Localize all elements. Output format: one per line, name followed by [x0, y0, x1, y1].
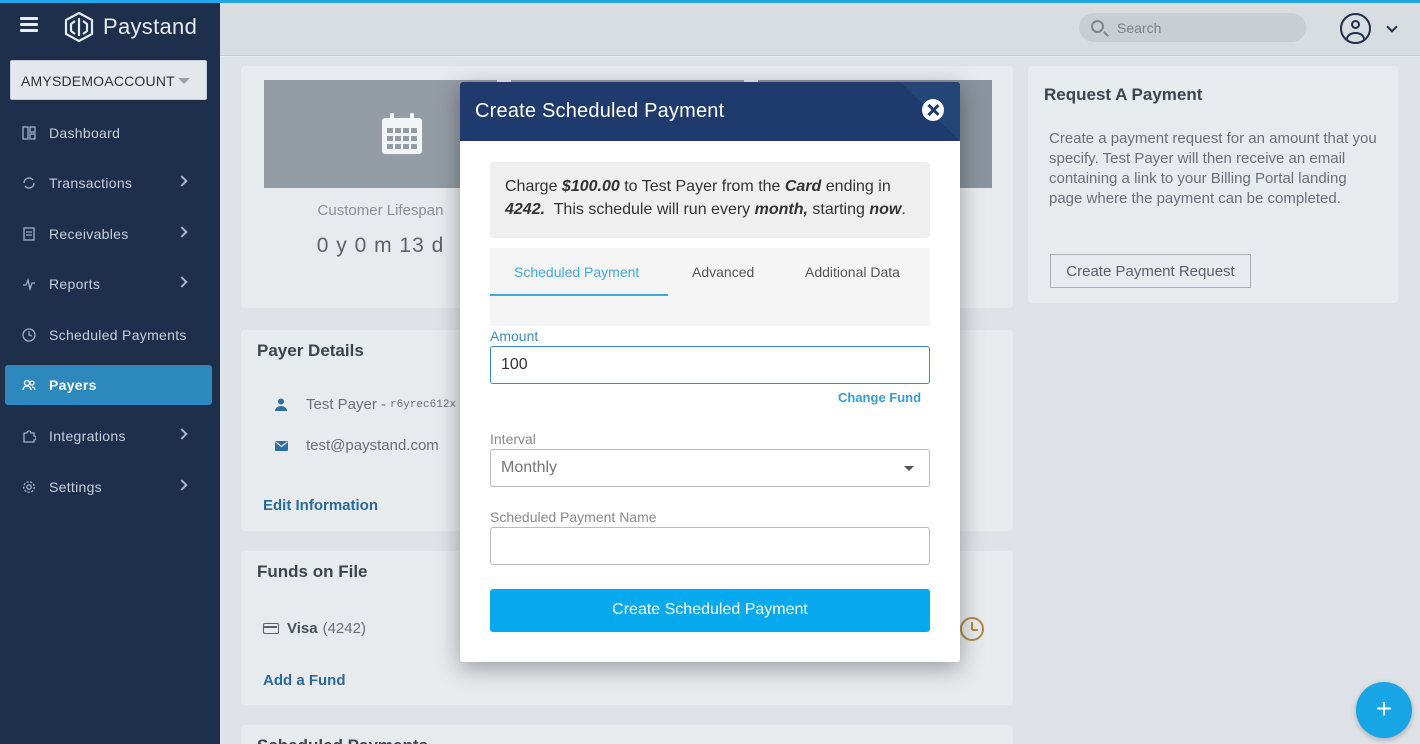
summary-interval: month,: [754, 201, 808, 218]
sidebar-item-dashboard[interactable]: Dashboard: [5, 113, 212, 153]
sidebar-item-integrations[interactable]: Integrations: [5, 416, 212, 456]
tab-additional-data[interactable]: Additional Data: [805, 264, 900, 280]
schedule-name-label: Scheduled Payment Name: [490, 509, 657, 525]
brand-bar: Paystand: [0, 0, 220, 56]
request-payment-title: Request A Payment: [1044, 85, 1203, 104]
chevron-right-icon: [176, 479, 188, 491]
search-placeholder: Search: [1117, 20, 1162, 36]
tab-advanced[interactable]: Advanced: [692, 264, 754, 280]
sidebar-item-label: Transactions: [49, 175, 133, 191]
transactions-icon: [21, 175, 37, 191]
caret-down-icon: [904, 466, 914, 471]
chevron-right-icon: [176, 276, 188, 288]
summary-text: starting: [807, 201, 870, 218]
hamburger-menu-icon[interactable]: [20, 17, 38, 32]
modal-tabs: Scheduled Payment Advanced Additional Da…: [490, 248, 930, 326]
sidebar-item-settings[interactable]: Settings: [5, 467, 212, 507]
tab-scheduled-payment[interactable]: Scheduled Payment: [514, 264, 639, 280]
card-last4: (4242): [322, 620, 366, 637]
create-scheduled-payment-modal: Create Scheduled Payment Charge $100.00 …: [460, 82, 960, 662]
sidebar-item-scheduled-payments[interactable]: Scheduled Payments: [5, 315, 212, 355]
payer-id: r6yrec612x: [390, 398, 457, 411]
summary-last4: 4242.: [505, 201, 546, 218]
close-icon[interactable]: [922, 99, 944, 121]
create-payment-request-button[interactable]: Create Payment Request: [1050, 254, 1251, 288]
gear-icon: [21, 479, 37, 495]
chevron-right-icon: [176, 226, 188, 238]
chevron-right-icon: [176, 428, 188, 440]
sidebar-item-label: Integrations: [49, 428, 126, 444]
active-tab-indicator: [490, 294, 668, 296]
amount-input[interactable]: 100: [490, 346, 930, 384]
reports-icon: [21, 276, 37, 292]
credit-card-icon: [263, 623, 279, 634]
sidebar: Paystand AMYSDEMOACCOUNT Dashboard Trans…: [0, 0, 220, 744]
top-header: Search: [220, 0, 1420, 56]
summary-text: Charge: [505, 178, 562, 195]
sidebar-item-reports[interactable]: Reports: [5, 264, 212, 304]
summary-text: .: [901, 201, 906, 218]
calendar-icon: [382, 113, 422, 154]
modal-header: Create Scheduled Payment: [460, 82, 960, 141]
amount-label: Amount: [490, 328, 539, 344]
schedule-name-input[interactable]: [490, 527, 930, 565]
summary-method: Card: [784, 178, 822, 195]
sidebar-item-label: Payers: [49, 377, 97, 393]
top-accent-bar: [0, 0, 1420, 3]
account-name: AMYSDEMOACCOUNT: [21, 73, 175, 89]
interval-select[interactable]: Monthly: [490, 449, 930, 487]
chevron-down-icon[interactable]: [1386, 21, 1398, 33]
card-brand: Visa: [287, 620, 318, 637]
account-selector[interactable]: AMYSDEMOACCOUNT: [10, 60, 207, 100]
payer-details-title: Payer Details: [257, 341, 364, 360]
search-icon: [1091, 20, 1104, 33]
payer-name: Test Payer -: [306, 396, 387, 413]
caret-down-icon: [178, 78, 190, 84]
sidebar-item-receivables[interactable]: Receivables: [5, 214, 212, 254]
add-fund-link[interactable]: Add a Fund: [263, 672, 346, 689]
dashboard-icon: [21, 125, 37, 141]
edit-information-link[interactable]: Edit Information: [263, 497, 378, 514]
summary-start: now: [869, 201, 902, 218]
paystand-logo-icon: [64, 12, 94, 42]
envelope-icon: [274, 439, 288, 453]
payment-summary: Charge $100.00 to Test Payer from the Ca…: [490, 162, 930, 238]
summary-text: to Test Payer from the: [619, 178, 785, 195]
fund-row[interactable]: Visa (4242): [263, 620, 366, 637]
funds-title: Funds on File: [257, 562, 368, 581]
sidebar-item-label: Settings: [49, 479, 102, 495]
users-icon: [21, 377, 37, 393]
search-input[interactable]: Search: [1079, 13, 1306, 42]
interval-label: Interval: [490, 431, 536, 447]
summary-text: This schedule will run every: [545, 201, 755, 218]
user-avatar-icon[interactable]: [1340, 13, 1371, 44]
receivables-icon: [21, 226, 37, 242]
sidebar-item-label: Receivables: [49, 226, 129, 242]
payer-email: test@paystand.com: [306, 437, 439, 454]
clock-icon: [21, 327, 37, 343]
modal-title: Create Scheduled Payment: [475, 100, 725, 122]
user-icon: [274, 398, 288, 412]
sidebar-item-label: Reports: [49, 276, 101, 292]
interval-value: Monthly: [501, 459, 558, 476]
scheduled-payments-title: Scheduled Payments: [257, 736, 428, 744]
change-fund-link[interactable]: Change Fund: [838, 390, 921, 405]
payer-email-row: test@paystand.com: [274, 437, 439, 454]
scheduled-payments-card: Scheduled Payments: [241, 725, 1013, 744]
create-scheduled-payment-button[interactable]: Create Scheduled Payment: [490, 589, 930, 632]
sidebar-item-label: Scheduled Payments: [49, 327, 187, 343]
sidebar-item-payers[interactable]: Payers: [5, 365, 212, 405]
add-fab-button[interactable]: +: [1356, 682, 1412, 738]
sidebar-item-label: Dashboard: [49, 125, 121, 141]
puzzle-icon: [21, 428, 37, 444]
chevron-right-icon: [176, 175, 188, 187]
brand-name: Paystand: [103, 14, 198, 39]
sidebar-item-transactions[interactable]: Transactions: [5, 163, 212, 203]
summary-amount: $100.00: [561, 178, 620, 195]
clock-icon[interactable]: [960, 617, 984, 641]
summary-text: ending in: [821, 178, 891, 195]
request-payment-description: Create a payment request for an amount t…: [1049, 130, 1377, 207]
request-payment-card: Request A Payment Create a payment reque…: [1028, 66, 1398, 303]
payer-name-row: Test Payer - r6yrec612x: [274, 396, 456, 413]
